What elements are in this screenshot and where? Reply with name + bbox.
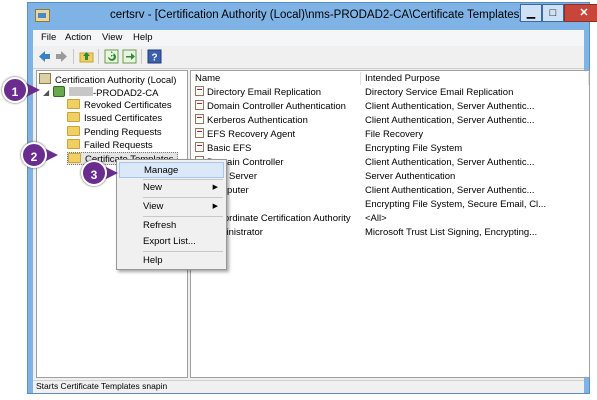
template-name: Basic EFS [207,143,252,154]
maximize-button[interactable]: □ [542,4,564,22]
title-bar[interactable]: certsrv - [Certification Authority (Loca… [28,3,597,30]
template-purpose: Client Authentication, Server Authentic.… [365,101,535,112]
table-row[interactable]: Directory Email Replication Directory Ser… [195,86,513,100]
folder-icon [67,139,80,149]
callout-pointer [26,83,40,97]
menu-item-help[interactable]: Help [119,253,224,269]
status-bar: Starts Certificate Templates snapin [33,380,584,393]
close-button[interactable]: ✕ [564,4,597,22]
redacted-hostname [69,87,93,96]
toolbar: ? [33,46,584,69]
table-row[interactable]: Basic EFS Encrypting File System [195,142,462,156]
certificate-template-icon [195,142,204,152]
certificate-template-icon [195,128,204,138]
tree-folder-pending[interactable]: Pending Requests [67,126,162,139]
menu-item-manage[interactable]: Manage [119,162,224,178]
submenu-arrow-icon: ▶ [212,184,218,191]
back-icon[interactable] [37,49,52,64]
tree-folder-label: Revoked Certificates [84,100,172,111]
template-purpose: Client Authentication, Server Authentic.… [365,185,535,196]
expand-arrow-icon[interactable]: ◢ [43,88,49,97]
template-purpose: Microsoft Trust List Signing, Encrypting… [365,227,538,238]
tree-folder-label: Pending Requests [84,127,162,138]
template-name: Kerberos Authentication [207,115,308,126]
ca-server-icon [53,86,65,97]
template-name: Domain Controller Authentication [207,101,346,112]
template-purpose: <All> [365,213,387,224]
menu-item-new-label: New [143,182,163,193]
template-purpose: Encrypting File System, Secure Email, Cl… [365,199,547,210]
folder-icon [67,126,80,136]
callout-badge-3: 3 [81,160,107,186]
menu-bar: File Action View Help [33,30,584,46]
template-purpose: Client Authentication, Server Authentic.… [365,157,535,168]
tree-ca-node[interactable]: -PRODAD2-CA [53,86,158,99]
tree-folder-label: Issued Certificates [84,113,163,124]
up-folder-icon[interactable] [79,49,94,64]
column-header-name[interactable]: Name [191,72,361,85]
table-row[interactable]: Domain Controller Authentication Client A… [195,100,535,114]
menu-item-view[interactable]: View ▶ [119,199,224,215]
template-purpose: Encrypting File System [365,143,463,154]
menu-item-new[interactable]: New ▶ [119,180,224,196]
tree-folder-issued[interactable]: Issued Certificates [67,112,162,125]
tree-ca-label: -PRODAD2-CA [93,88,159,99]
template-name: Directory Email Replication [207,87,322,98]
tree-root-label: Certification Authority (Local) [55,75,177,86]
tree-folder-label: Failed Requests [84,140,153,151]
window-title: certsrv - [Certification Authority (Loca… [110,9,523,21]
folder-icon [68,153,81,163]
template-purpose: Directory Service Email Replication [365,87,514,98]
certificate-template-icon [195,100,204,110]
tree-root[interactable]: Certification Authority (Local) [39,73,176,86]
help-icon[interactable]: ? [147,49,162,64]
menu-item-view-label: View [143,201,164,212]
folder-icon [67,112,80,122]
callout-badge-1: 1 [2,77,28,103]
menu-file[interactable]: File [41,32,56,43]
table-row[interactable]: EFS Recovery Agent File Recovery [195,128,423,142]
svg-text:?: ? [151,53,157,64]
template-purpose: Server Authentication [365,171,456,182]
certification-authority-icon [39,73,51,84]
menu-help[interactable]: Help [133,32,153,43]
column-header-purpose[interactable]: Intended Purpose [361,72,589,85]
submenu-arrow-icon: ▶ [212,203,218,210]
menu-view[interactable]: View [102,32,122,43]
template-purpose: Client Authentication, Server Authentic.… [365,115,535,126]
certificate-template-icon [195,114,204,124]
template-name: Subordinate Certification Authority [207,213,351,224]
mmc-window: certsrv - [Certification Authority (Loca… [27,2,597,394]
callout-badge-2: 2 [21,142,47,168]
table-row[interactable]: Kerberos Authentication Client Authentica… [195,114,535,128]
minimize-button[interactable]: ▁ [520,4,542,22]
tree-folder-revoked[interactable]: Revoked Certificates [67,99,172,112]
folder-icon [67,99,80,109]
menu-action[interactable]: Action [65,32,91,43]
forward-icon[interactable] [54,49,69,64]
menu-item-export-list[interactable]: Export List... [119,234,224,250]
certsrv-app-icon [35,9,50,22]
tree-folder-failed[interactable]: Failed Requests [67,139,153,152]
certificate-template-icon [195,86,204,96]
results-pane: Name Intended Purpose Directory Email Re… [190,70,590,378]
refresh-icon[interactable] [104,49,119,64]
context-menu: Manage New ▶ View ▶ Refresh Export List.… [116,159,227,270]
template-name: EFS Recovery Agent [207,129,296,140]
menu-item-refresh[interactable]: Refresh [119,218,224,234]
template-purpose: File Recovery [365,129,424,140]
export-icon[interactable] [122,49,137,64]
